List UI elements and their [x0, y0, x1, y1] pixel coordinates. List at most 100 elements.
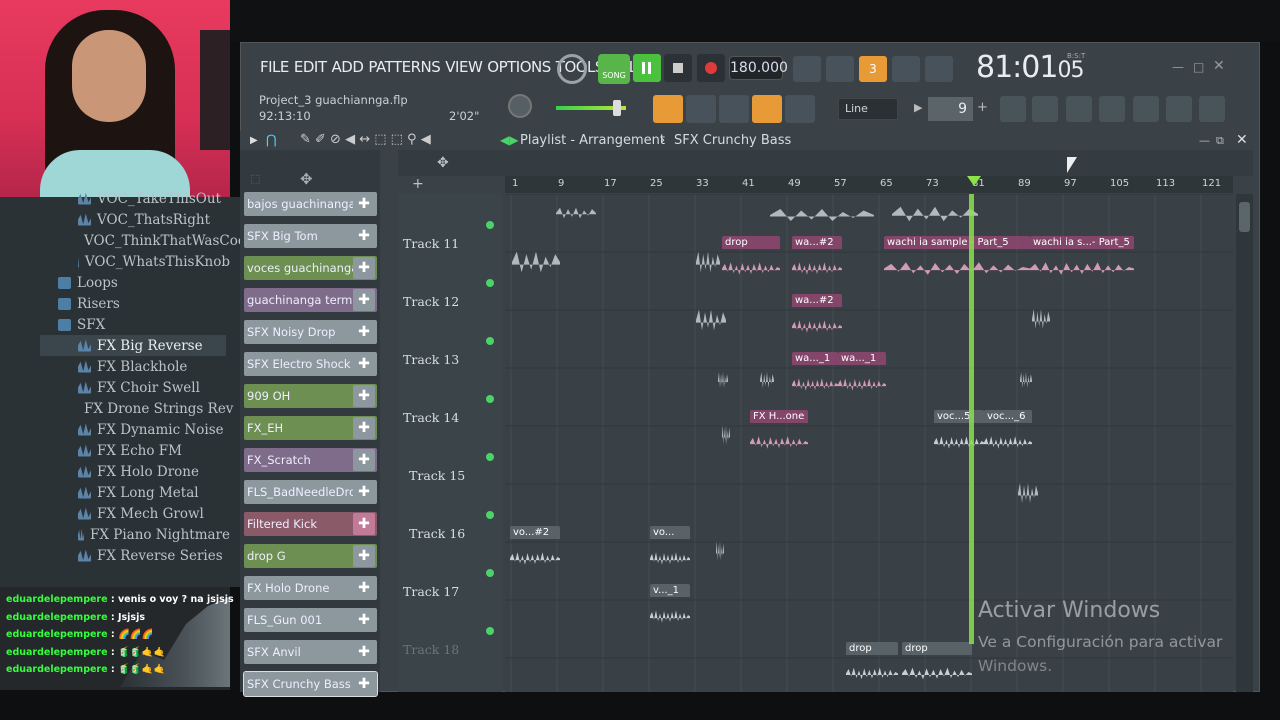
playlist-close-icon[interactable]: ✕	[1236, 132, 1248, 148]
pattern-number[interactable]: 3	[859, 56, 887, 82]
channel-add-icon[interactable]: ✚	[353, 673, 375, 695]
channel-add-icon[interactable]: ✚	[353, 545, 375, 567]
browser-item[interactable]: VOC_ThinkThatWasCool	[0, 230, 250, 251]
browser-item[interactable]: FX Drone Strings Rev	[0, 398, 233, 419]
playlist-pattern-block[interactable]	[892, 196, 978, 232]
channel-rack-icon[interactable]	[1066, 96, 1092, 122]
playlist-maximize-icon[interactable]: ⧉	[1216, 134, 1224, 148]
overview-bar[interactable]	[398, 150, 1253, 176]
playlist-clip[interactable]: wa...#2	[792, 294, 842, 346]
channel-button[interactable]: FX_Scratch ✚	[244, 448, 377, 472]
playlist-pattern-block[interactable]	[722, 410, 730, 460]
channel-add-icon[interactable]: ✚	[353, 577, 375, 599]
channel-button[interactable]: voces guachinanga -...✚	[244, 256, 377, 280]
stop-button[interactable]	[664, 54, 692, 82]
song-mode-toggle[interactable]: SONG	[598, 54, 630, 84]
menu-options[interactable]: OPTIONS	[487, 58, 551, 76]
zoom-icon[interactable]: ✥	[437, 155, 449, 171]
channel-button[interactable]: FLS_BadNeedleDrop...✚	[244, 480, 377, 504]
playlist-pattern-block[interactable]	[760, 360, 774, 400]
playlist-pattern-block[interactable]	[696, 294, 726, 346]
playlist-clip[interactable]: wachi ia s...- Part_5	[1030, 236, 1134, 288]
browser-item[interactable]: FX Piano Nightmare	[0, 524, 230, 545]
browser-item[interactable]: FX Dynamic Noise	[0, 419, 230, 440]
playlist-menu-arrow-icon[interactable]: ▶	[250, 135, 258, 146]
channel-button[interactable]: SFX Anvil ✚	[244, 640, 377, 664]
channel-add-icon[interactable]: ✚	[353, 609, 375, 631]
metronome-knob-icon[interactable]	[557, 54, 587, 84]
browser-item[interactable]: SFX	[0, 314, 230, 335]
browser-item[interactable]: VOC_TakeThisOut	[0, 188, 230, 209]
mixer-view-icon[interactable]	[1099, 96, 1125, 122]
channel-button[interactable]: SFX Big Tom ✚	[244, 224, 377, 248]
channel-button[interactable]: FX Holo Drone ✚	[244, 576, 377, 600]
channel-button[interactable]: SFX Electro Shock ✚	[244, 352, 377, 376]
playlist-pattern-block[interactable]	[556, 200, 596, 226]
blend-notes-icon[interactable]	[892, 56, 920, 82]
typing-keyboard-icon[interactable]	[793, 56, 821, 82]
playlist-pattern-block[interactable]	[1020, 360, 1032, 400]
pause-button[interactable]	[633, 54, 661, 82]
playlist-clip[interactable]: v..._1	[650, 584, 690, 636]
tempo-display[interactable]: 180.000	[729, 56, 788, 80]
playlist-clip[interactable]: wa...#2	[792, 236, 842, 288]
snap-mode-select[interactable]: Line	[838, 98, 898, 120]
arrow-right-icon[interactable]	[686, 95, 716, 123]
browser-item[interactable]: FX Long Metal	[0, 482, 230, 503]
file-icon[interactable]	[1166, 96, 1192, 122]
channel-button[interactable]: guachinanga termin...✚	[244, 288, 377, 312]
channel-button[interactable]: FX_EH ✚	[244, 416, 377, 440]
track-label[interactable]: Track 17	[403, 584, 459, 599]
maximize-icon[interactable]: □	[1193, 60, 1204, 74]
add-track-icon[interactable]: +	[412, 176, 424, 192]
channel-add-icon[interactable]: ✚	[353, 225, 375, 247]
track-label[interactable]: Track 15	[409, 468, 465, 483]
stamp-icon[interactable]	[785, 95, 815, 123]
channel-add-icon[interactable]: ✚	[353, 417, 375, 439]
track-label[interactable]: Track 11	[403, 236, 459, 251]
browser-item[interactable]: FX Choir Swell	[0, 377, 230, 398]
menu-file[interactable]: FILE	[260, 58, 289, 76]
channel-add-icon[interactable]: ✚	[353, 513, 375, 535]
step-value[interactable]: 9	[928, 97, 973, 121]
playlist-clip[interactable]: vo...	[650, 526, 690, 578]
playlist-clip[interactable]: wa..._1	[838, 352, 886, 404]
channel-button[interactable]: bajos guachinanga 2...✚	[244, 192, 377, 216]
track-label[interactable]: Track 13	[403, 352, 459, 367]
browser-item[interactable]: FX Echo FM	[0, 440, 230, 461]
track-label[interactable]: Track 14	[403, 410, 459, 425]
channel-button[interactable]: SFX Noisy Drop ✚	[244, 320, 377, 344]
channel-add-icon[interactable]: ✚	[353, 353, 375, 375]
close-icon[interactable]: ✕	[1213, 58, 1225, 74]
playlist-clip[interactable]: wachi ia sample - Part_5	[884, 236, 1030, 288]
track-mute-led[interactable]	[486, 569, 494, 577]
scroll-thumb[interactable]	[1239, 202, 1250, 232]
playlist-clip[interactable]: drop	[722, 236, 780, 288]
playlist-minimize-icon[interactable]: —	[1199, 134, 1210, 147]
browser-item[interactable]: FX Mech Growl	[0, 503, 230, 524]
channel-add-icon[interactable]: ✚	[353, 641, 375, 663]
playhead-marker-icon[interactable]	[967, 176, 981, 186]
track-mute-led[interactable]	[486, 511, 494, 519]
vertical-scrollbar[interactable]	[1236, 194, 1253, 692]
browser-item[interactable]: FX Blackhole	[0, 356, 230, 377]
playlist-clip[interactable]: wa..._1	[792, 352, 838, 404]
menu-patterns[interactable]: PATTERNS	[368, 58, 440, 76]
channel-add-icon[interactable]: ✚	[353, 321, 375, 343]
menu-add[interactable]: ADD	[332, 58, 364, 76]
browser-item[interactable]: FX Reverse Series	[0, 545, 230, 566]
playlist-view-icon[interactable]	[653, 95, 683, 123]
channel-add-icon[interactable]: ✚	[353, 481, 375, 503]
track-label[interactable]: Track 16	[409, 526, 465, 541]
channel-add-icon[interactable]: ✚	[353, 449, 375, 471]
track-label[interactable]: Track 12	[403, 294, 459, 309]
playlist-pattern-block[interactable]	[770, 200, 874, 230]
playlist-pattern-block[interactable]	[716, 526, 724, 576]
channel-button[interactable]: drop G ✚	[244, 544, 377, 568]
browser-item[interactable]: FX Big Reverse	[40, 335, 226, 356]
channel-button[interactable]: 909 OH ✚	[244, 384, 377, 408]
playlist-clip[interactable]: FX H...one	[750, 410, 808, 462]
minimize-icon[interactable]: —	[1172, 60, 1184, 74]
browser-item[interactable]: Loops	[0, 272, 230, 293]
track-mute-led[interactable]	[486, 221, 494, 229]
